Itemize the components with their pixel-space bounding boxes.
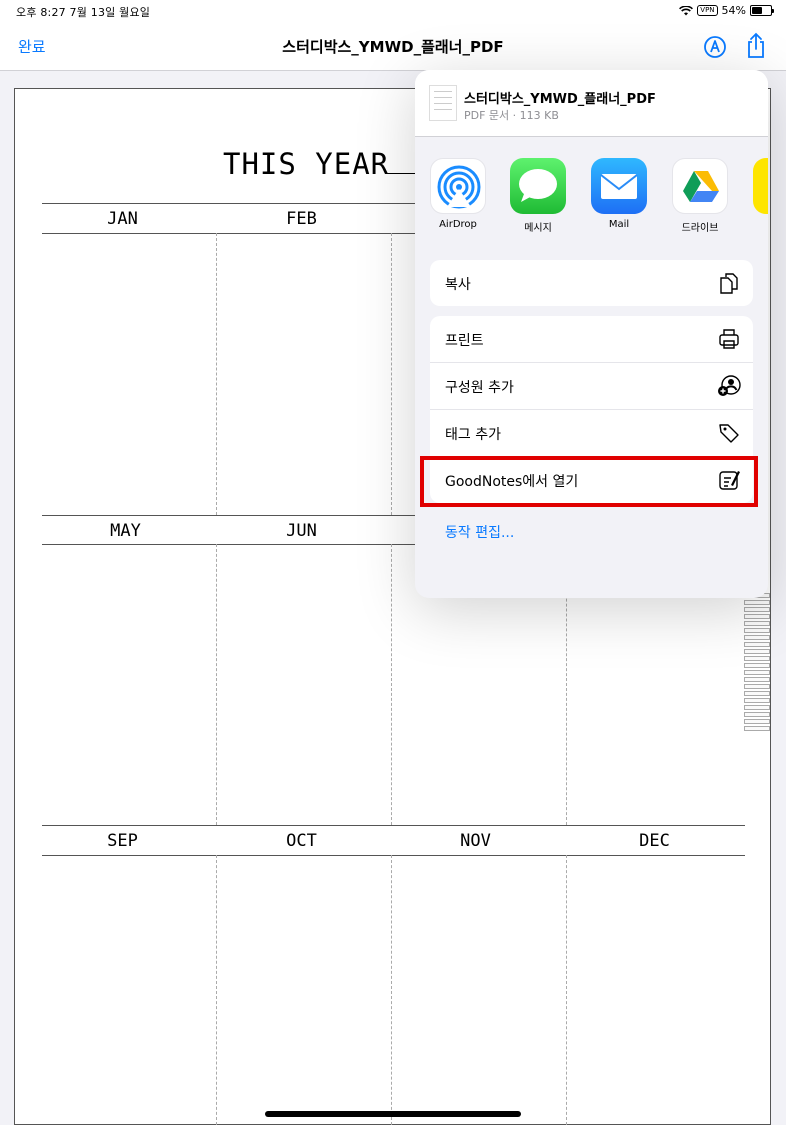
- action-label: 태그 추가: [445, 427, 501, 443]
- share-file-header: 스터디박스_YMWD_플래너_PDF PDF 문서 · 113 KB: [415, 70, 768, 137]
- battery-percent: 54%: [721, 4, 746, 17]
- month-label: JUN: [286, 521, 317, 541]
- share-app-airdrop[interactable]: AirDrop: [423, 158, 493, 230]
- copy-icon: [720, 273, 738, 294]
- share-icon[interactable]: [744, 32, 768, 60]
- share-app-kakaotalk[interactable]: 카: [746, 158, 768, 234]
- file-thumbnail: [429, 85, 457, 121]
- home-indicator: [265, 1111, 521, 1117]
- action-label: 구성원 추가: [445, 380, 514, 396]
- messages-icon: [510, 158, 566, 214]
- status-bar: 오후 8:27 7월 13일 월요일 VPN 54%: [0, 0, 786, 22]
- month-label: NOV: [460, 831, 491, 851]
- app-label: 카: [746, 219, 768, 234]
- share-sheet: 스터디박스_YMWD_플래너_PDF PDF 문서 · 113 KB AirDr…: [415, 70, 768, 598]
- wifi-icon: [679, 5, 694, 15]
- action-copy[interactable]: 복사: [430, 260, 753, 306]
- tag-icon: [719, 424, 739, 443]
- add-people-icon: [718, 375, 741, 396]
- month-label: FEB: [286, 209, 317, 229]
- status-time-date: 오후 8:27 7월 13일 월요일: [16, 6, 151, 19]
- page-thumbnails[interactable]: [744, 591, 770, 741]
- action-add-people[interactable]: 구성원 추가: [430, 363, 753, 410]
- mail-icon: [591, 158, 647, 214]
- action-label: 복사: [445, 277, 471, 293]
- action-print[interactable]: 프린트: [430, 316, 753, 363]
- kakaotalk-icon: [753, 158, 768, 214]
- share-app-messages[interactable]: 메시지: [503, 158, 573, 234]
- battery-icon: [750, 5, 774, 16]
- document-title: 스터디박스_YMWD_플래너_PDF: [282, 38, 504, 56]
- share-file-name: 스터디박스_YMWD_플래너_PDF: [464, 92, 656, 107]
- share-app-row: AirDrop 메시지 Mail 드라이브: [415, 158, 768, 238]
- printer-icon: [719, 329, 739, 349]
- month-label: MAY: [110, 521, 141, 541]
- action-add-tag[interactable]: 태그 추가: [430, 410, 753, 457]
- month-label: OCT: [286, 831, 317, 851]
- share-app-drive[interactable]: 드라이브: [665, 158, 735, 234]
- month-label: SEP: [107, 831, 138, 851]
- action-label: 프린트: [445, 333, 484, 349]
- app-label: Mail: [608, 219, 630, 230]
- app-label: 드라이브: [681, 223, 719, 234]
- highlight-box: [420, 456, 758, 507]
- app-label: 메시지: [524, 223, 552, 234]
- month-label: DEC: [639, 831, 670, 851]
- markup-icon[interactable]: [703, 35, 727, 59]
- share-file-meta: PDF 문서 · 113 KB: [464, 109, 559, 122]
- navigation-bar: 완료 스터디박스_YMWD_플래너_PDF: [0, 22, 786, 71]
- app-label: AirDrop: [439, 219, 477, 230]
- airdrop-icon: [430, 158, 486, 214]
- month-label: JAN: [107, 209, 138, 229]
- google-drive-icon: [672, 158, 728, 214]
- vpn-badge: VPN: [697, 5, 718, 16]
- share-app-mail[interactable]: Mail: [584, 158, 654, 230]
- edit-actions-button[interactable]: 동작 편집...: [445, 522, 514, 542]
- year-title: THIS YEAR: [223, 147, 390, 181]
- share-actions-copy: 복사: [430, 260, 753, 306]
- status-right: VPN 54%: [679, 4, 774, 17]
